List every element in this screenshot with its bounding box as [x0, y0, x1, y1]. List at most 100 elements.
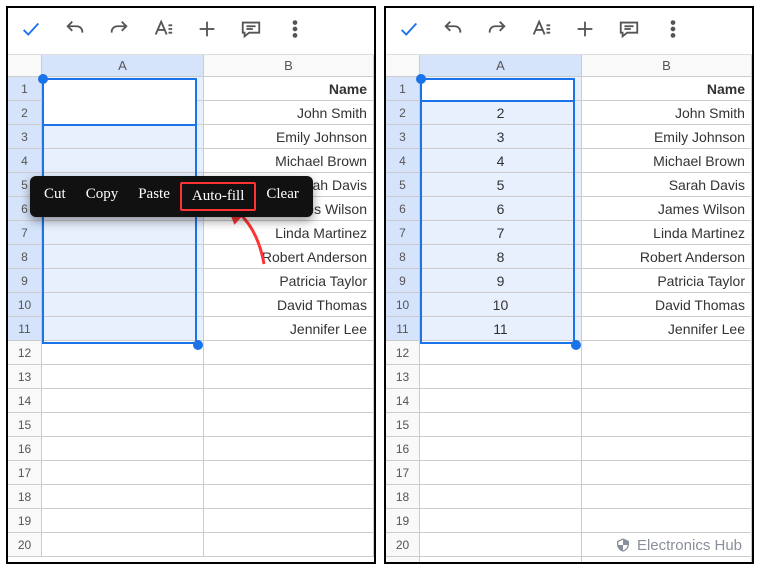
cell-b[interactable] — [582, 365, 752, 389]
cell-b[interactable]: Name — [204, 77, 374, 101]
col-header-a[interactable]: A — [420, 55, 582, 77]
cell-a[interactable] — [420, 461, 582, 485]
col-header-a[interactable]: A — [42, 55, 204, 77]
cell-a[interactable] — [42, 509, 204, 533]
cell-a[interactable] — [42, 341, 204, 365]
cell-b[interactable] — [204, 389, 374, 413]
cell-b[interactable]: Emily Johnson — [204, 125, 374, 149]
cell-a[interactable] — [420, 365, 582, 389]
cell-a[interactable] — [42, 149, 204, 173]
cell-b[interactable] — [582, 461, 752, 485]
cell-a[interactable]: 11 — [420, 317, 582, 341]
undo-icon[interactable] — [64, 18, 86, 40]
cell-b[interactable] — [582, 413, 752, 437]
confirm-icon[interactable] — [398, 18, 420, 40]
cell-b[interactable]: Emily Johnson — [582, 125, 752, 149]
text-format-icon[interactable] — [530, 18, 552, 40]
cell-a[interactable] — [42, 293, 204, 317]
cell-a[interactable] — [42, 533, 204, 557]
text-format-icon[interactable] — [152, 18, 174, 40]
cell-b[interactable]: John Smith — [582, 101, 752, 125]
cell-a[interactable]: 5 — [420, 173, 582, 197]
row-header[interactable]: 8 — [8, 245, 42, 269]
cell-a[interactable] — [420, 341, 582, 365]
cell-b[interactable]: Michael Brown — [204, 149, 374, 173]
col-header-b[interactable]: B — [582, 55, 752, 77]
cell-a[interactable]: 3 — [420, 125, 582, 149]
cell-a[interactable]: 8 — [420, 245, 582, 269]
row-header[interactable]: 15 — [8, 413, 42, 437]
row-header[interactable]: 9 — [8, 269, 42, 293]
more-vert-icon[interactable] — [284, 18, 306, 40]
row-header[interactable]: 2 — [386, 101, 420, 125]
cell-b[interactable]: Patricia Taylor — [204, 269, 374, 293]
row-header[interactable]: 18 — [386, 485, 420, 509]
cell-b[interactable]: David Thomas — [582, 293, 752, 317]
cell-a[interactable] — [42, 461, 204, 485]
cell-a[interactable] — [42, 365, 204, 389]
cell-b[interactable] — [582, 389, 752, 413]
corner-cell[interactable] — [8, 55, 42, 77]
cell-b[interactable] — [204, 365, 374, 389]
cell-b[interactable] — [582, 509, 752, 533]
cell-a[interactable]: 7 — [420, 221, 582, 245]
cell-a[interactable] — [42, 221, 204, 245]
plus-icon[interactable] — [574, 18, 596, 40]
row-header[interactable]: 21 — [386, 557, 420, 564]
cell-b[interactable] — [582, 341, 752, 365]
row-header[interactable]: 15 — [386, 413, 420, 437]
cell-b[interactable] — [204, 413, 374, 437]
row-header[interactable]: 19 — [386, 509, 420, 533]
cell-a[interactable] — [42, 125, 204, 149]
row-header[interactable]: 13 — [386, 365, 420, 389]
cell-b[interactable]: Patricia Taylor — [582, 269, 752, 293]
ctx-cut[interactable]: Cut — [34, 182, 76, 211]
row-header[interactable]: 12 — [8, 341, 42, 365]
cell-b[interactable]: James Wilson — [582, 197, 752, 221]
cell-a[interactable]: 2 — [420, 101, 582, 125]
row-header[interactable]: 19 — [8, 509, 42, 533]
cell-a[interactable]: 9 — [420, 269, 582, 293]
row-header[interactable]: 7 — [8, 221, 42, 245]
row-header[interactable]: 20 — [386, 533, 420, 557]
cell-b[interactable] — [582, 437, 752, 461]
row-header[interactable]: 17 — [8, 461, 42, 485]
col-header-b[interactable]: B — [204, 55, 374, 77]
spreadsheet-grid-right[interactable]: A B 11Name22John Smith33Emily Johnson44M… — [386, 54, 752, 564]
row-header[interactable]: 7 — [386, 221, 420, 245]
ctx-autofill[interactable]: Auto-fill — [180, 182, 257, 211]
cell-a[interactable] — [42, 317, 204, 341]
row-header[interactable]: 8 — [386, 245, 420, 269]
comment-icon[interactable] — [618, 18, 640, 40]
cell-b[interactable]: Robert Anderson — [204, 245, 374, 269]
cell-b[interactable] — [582, 485, 752, 509]
cell-b[interactable]: Michael Brown — [582, 149, 752, 173]
row-header[interactable]: 1 — [386, 77, 420, 101]
cell-a[interactable] — [420, 389, 582, 413]
row-header[interactable]: 16 — [8, 437, 42, 461]
corner-cell[interactable] — [386, 55, 420, 77]
undo-icon[interactable] — [442, 18, 464, 40]
spreadsheet-grid-left[interactable]: A B 11Name22John Smith3Emily Johnson4Mic… — [8, 54, 374, 557]
row-header[interactable]: 13 — [8, 365, 42, 389]
cell-b[interactable] — [582, 557, 752, 564]
cell-a[interactable]: 1 — [42, 77, 204, 101]
row-header[interactable]: 20 — [8, 533, 42, 557]
row-header[interactable]: 16 — [386, 437, 420, 461]
row-header[interactable]: 4 — [386, 149, 420, 173]
comment-icon[interactable] — [240, 18, 262, 40]
ctx-copy[interactable]: Copy — [76, 182, 129, 211]
plus-icon[interactable] — [196, 18, 218, 40]
cell-a[interactable]: 2 — [42, 101, 204, 125]
cell-a[interactable]: 10 — [420, 293, 582, 317]
cell-b[interactable]: Linda Martinez — [204, 221, 374, 245]
row-header[interactable]: 3 — [386, 125, 420, 149]
row-header[interactable]: 6 — [386, 197, 420, 221]
cell-a[interactable]: 4 — [420, 149, 582, 173]
cell-b[interactable] — [204, 533, 374, 557]
row-header[interactable]: 4 — [8, 149, 42, 173]
cell-b[interactable] — [204, 437, 374, 461]
row-header[interactable]: 9 — [386, 269, 420, 293]
row-header[interactable]: 2 — [8, 101, 42, 125]
row-header[interactable]: 10 — [386, 293, 420, 317]
